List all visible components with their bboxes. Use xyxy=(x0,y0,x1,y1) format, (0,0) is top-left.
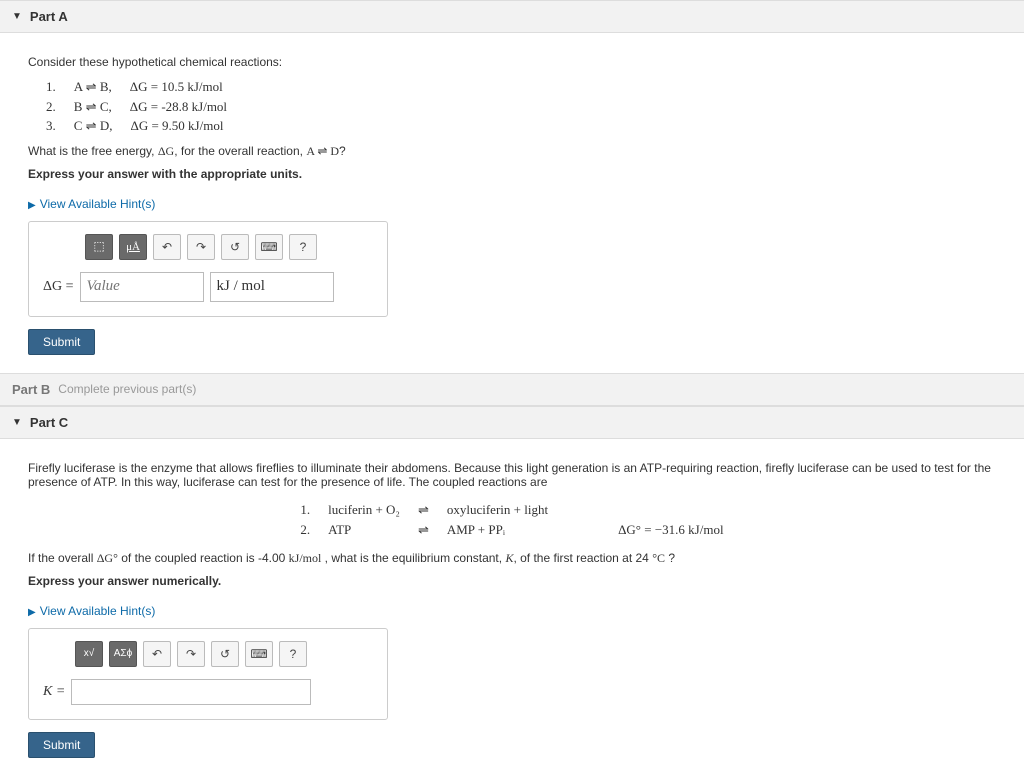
sqrt-button[interactable]: x√ xyxy=(75,641,103,667)
help-button[interactable]: ? xyxy=(279,641,307,667)
submit-button-c[interactable]: Submit xyxy=(28,732,95,758)
answer-lhs-c: K = xyxy=(43,684,65,700)
view-hints-link[interactable]: ▶View Available Hint(s) xyxy=(28,197,155,211)
units-button[interactable]: μÅ xyxy=(119,234,147,260)
caret-down-icon: ▼ xyxy=(12,11,22,22)
undo-button[interactable]: ↶ xyxy=(143,641,171,667)
templates-button[interactable]: ⬚ xyxy=(85,234,113,260)
unit-input[interactable] xyxy=(210,272,334,302)
part-a-question: What is the free energy, ΔG, for the ove… xyxy=(28,144,996,159)
part-a-title: Part A xyxy=(30,9,68,24)
part-c-question: If the overall ΔG° of the coupled reacti… xyxy=(28,551,996,566)
part-b-title: Part B xyxy=(12,382,50,397)
part-c-header[interactable]: ▼ Part C xyxy=(0,406,1024,439)
part-b-header: Part B Complete previous part(s) xyxy=(0,373,1024,406)
reset-button[interactable]: ↺ xyxy=(211,641,239,667)
answer-input-row-a: ΔG = xyxy=(43,272,373,302)
value-input[interactable] xyxy=(80,272,204,302)
greek-button[interactable]: ΑΣϕ xyxy=(109,641,137,667)
equation-row: 2. ATP ⇌ AMP + PPᵢ ΔG° = −31.6 kJ/mol xyxy=(292,521,731,539)
answer-lhs-a: ΔG = xyxy=(43,279,74,295)
reset-button[interactable]: ↺ xyxy=(221,234,249,260)
view-hints-link[interactable]: ▶View Available Hint(s) xyxy=(28,604,155,618)
caret-down-icon: ▼ xyxy=(12,417,22,428)
part-c-intro: Firefly luciferase is the enzyme that al… xyxy=(28,461,996,489)
answer-box-c: x√ ΑΣϕ ↶ ↷ ↺ ⌨ ? K = xyxy=(28,628,388,720)
undo-button[interactable]: ↶ xyxy=(153,234,181,260)
help-button[interactable]: ? xyxy=(289,234,317,260)
part-a-instruction: Express your answer with the appropriate… xyxy=(28,167,996,181)
answer-input-row-c: K = xyxy=(43,679,373,705)
triangle-right-icon: ▶ xyxy=(28,200,36,211)
triangle-right-icon: ▶ xyxy=(28,607,36,618)
part-b-status: Complete previous part(s) xyxy=(58,382,196,396)
answer-box-a: ⬚ μÅ ↶ ↷ ↺ ⌨ ? ΔG = xyxy=(28,221,388,317)
k-value-input[interactable] xyxy=(71,679,311,705)
part-a-header[interactable]: ▼ Part A xyxy=(0,0,1024,33)
redo-button[interactable]: ↷ xyxy=(177,641,205,667)
part-a-intro: Consider these hypothetical chemical rea… xyxy=(28,55,996,69)
submit-button-a[interactable]: Submit xyxy=(28,329,95,355)
equation-table: 1. luciferin + O₂ ⇌ oxyluciferin + light… xyxy=(290,499,733,541)
part-c-body: Firefly luciferase is the enzyme that al… xyxy=(0,439,1024,776)
reaction-list: 1. A ⇌ B, ΔG = 10.5 kJ/mol 2. B ⇌ C, ΔG … xyxy=(46,77,996,136)
reaction-row: 2. B ⇌ C, ΔG = -28.8 kJ/mol xyxy=(46,97,996,117)
equation-row: 1. luciferin + O₂ ⇌ oxyluciferin + light xyxy=(292,501,731,519)
part-c-instruction: Express your answer numerically. xyxy=(28,574,996,588)
keyboard-button[interactable]: ⌨ xyxy=(255,234,283,260)
redo-button[interactable]: ↷ xyxy=(187,234,215,260)
toolbar-a: ⬚ μÅ ↶ ↷ ↺ ⌨ ? xyxy=(85,234,373,260)
reaction-row: 3. C ⇌ D, ΔG = 9.50 kJ/mol xyxy=(46,116,996,136)
toolbar-c: x√ ΑΣϕ ↶ ↷ ↺ ⌨ ? xyxy=(75,641,373,667)
keyboard-button[interactable]: ⌨ xyxy=(245,641,273,667)
part-a-body: Consider these hypothetical chemical rea… xyxy=(0,33,1024,373)
reaction-row: 1. A ⇌ B, ΔG = 10.5 kJ/mol xyxy=(46,77,996,97)
part-c-title: Part C xyxy=(30,415,68,430)
